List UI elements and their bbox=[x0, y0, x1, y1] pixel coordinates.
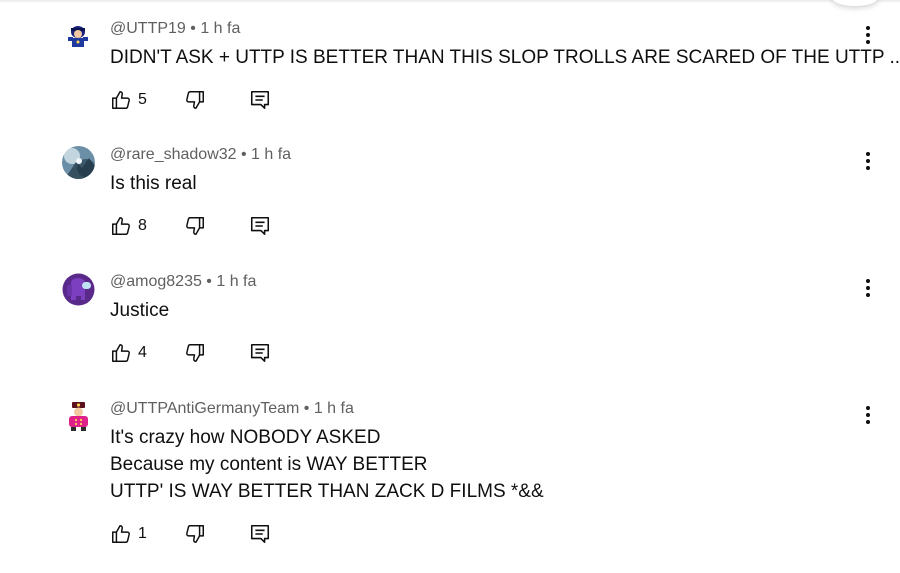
comment-text-line: UTTP' IS WAY BETTER THAN ZACK D FILMS *&… bbox=[110, 481, 544, 502]
comment-time[interactable]: 1 h fa bbox=[216, 273, 256, 290]
comment-time[interactable]: 1 h fa bbox=[251, 146, 291, 163]
comment-text: It's crazy how NOBODY ASKED Because my c… bbox=[110, 424, 544, 505]
reply-comment-icon bbox=[250, 90, 270, 110]
meta-separator: • bbox=[299, 400, 314, 417]
reply-comment-icon bbox=[250, 343, 270, 363]
dislike-button[interactable] bbox=[184, 88, 206, 112]
more-options-button[interactable] bbox=[858, 402, 878, 428]
comment-meta: @amog8235 • 1 h fa bbox=[110, 273, 256, 291]
comment-time[interactable]: 1 h fa bbox=[314, 400, 354, 417]
thumbs-up-icon bbox=[112, 91, 130, 109]
comment-meta: @rare_shadow32 • 1 h fa bbox=[110, 146, 291, 164]
avatar[interactable] bbox=[62, 273, 95, 306]
like-count: 4 bbox=[138, 344, 147, 361]
thumbs-down-icon bbox=[186, 525, 204, 543]
reply-button[interactable] bbox=[249, 88, 271, 112]
thumbs-down-icon bbox=[186, 344, 204, 362]
thumbs-down-icon bbox=[186, 91, 204, 109]
like-button[interactable]: 5 bbox=[110, 88, 147, 112]
comment-text: Justice bbox=[110, 297, 169, 324]
comment-text-line: Because my content is WAY BETTER bbox=[110, 454, 428, 475]
more-options-button[interactable] bbox=[858, 148, 878, 174]
dislike-button[interactable] bbox=[184, 341, 206, 365]
meta-separator: • bbox=[201, 273, 217, 290]
thumbs-down-icon bbox=[186, 217, 204, 235]
avatar[interactable] bbox=[62, 146, 95, 179]
like-count: 5 bbox=[138, 91, 147, 108]
more-options-button[interactable] bbox=[858, 275, 878, 301]
comment-time[interactable]: 1 h fa bbox=[200, 20, 240, 37]
like-button[interactable]: 1 bbox=[110, 522, 147, 546]
comment-author[interactable]: @amog8235 bbox=[110, 273, 202, 290]
dislike-button[interactable] bbox=[184, 214, 206, 238]
like-count: 1 bbox=[138, 525, 147, 542]
comment-author[interactable]: @UTTPAntiGermanyTeam bbox=[110, 400, 299, 417]
dislike-button[interactable] bbox=[184, 522, 206, 546]
avatar[interactable] bbox=[62, 20, 95, 53]
reply-button[interactable] bbox=[249, 522, 271, 546]
thumbs-up-icon bbox=[112, 217, 130, 235]
like-button[interactable]: 4 bbox=[110, 341, 147, 365]
comment-text-line: Justice bbox=[110, 300, 170, 321]
reply-button[interactable] bbox=[249, 214, 271, 238]
comment-meta: @UTTPAntiGermanyTeam • 1 h fa bbox=[110, 400, 354, 418]
comment-author[interactable]: @UTTP19 bbox=[110, 20, 186, 37]
like-count: 8 bbox=[138, 217, 147, 234]
scroll-edge-shadow bbox=[832, 0, 878, 6]
comment-text-line: It's crazy how NOBODY ASKED bbox=[110, 427, 381, 448]
reply-comment-icon bbox=[250, 524, 270, 544]
reply-comment-icon bbox=[250, 216, 270, 236]
reply-button[interactable] bbox=[249, 341, 271, 365]
comment-meta: @UTTP19 • 1 h fa bbox=[110, 20, 240, 38]
like-button[interactable]: 8 bbox=[110, 214, 147, 238]
comment-text-line: DIDN'T ASK + UTTP IS BETTER THAN THIS SL… bbox=[110, 47, 900, 68]
meta-separator: • bbox=[236, 146, 252, 163]
comment-text: Is this real bbox=[110, 170, 197, 197]
thumbs-up-icon bbox=[112, 525, 130, 543]
comment-text-line: Is this real bbox=[110, 173, 197, 194]
meta-separator: • bbox=[185, 20, 201, 37]
top-divider bbox=[0, 0, 900, 3]
comment-text: DIDN'T ASK + UTTP IS BETTER THAN THIS SL… bbox=[110, 44, 900, 71]
comment-author[interactable]: @rare_shadow32 bbox=[110, 146, 237, 163]
avatar[interactable] bbox=[62, 400, 95, 433]
more-options-button[interactable] bbox=[858, 22, 878, 48]
thumbs-up-icon bbox=[112, 344, 130, 362]
